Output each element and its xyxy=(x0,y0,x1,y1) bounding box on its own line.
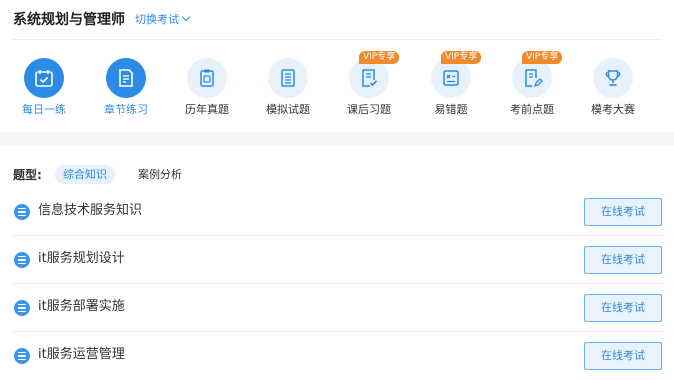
nav-item-mock-tests[interactable]: 模拟试题 xyxy=(253,48,323,128)
tab-case-analysis[interactable]: 案例分析 xyxy=(130,165,190,184)
online-exam-button[interactable]: 在线考试 xyxy=(584,246,662,274)
nav-item-chapter-practice[interactable]: 章节练习 xyxy=(91,48,161,128)
list-item: it服务规划设计 在线考试 xyxy=(12,236,664,284)
list-item-title: 信息技术服务知识 xyxy=(38,203,143,218)
nav-label: 模考大赛 xyxy=(591,103,635,116)
document-edit-icon xyxy=(119,69,133,87)
checklist-icon xyxy=(362,69,378,87)
list-icon xyxy=(14,300,30,316)
list-item-title: it服务运营管理 xyxy=(38,347,125,362)
calendar-check-icon xyxy=(35,70,53,87)
header-divider xyxy=(12,39,662,40)
switch-exam-label: 切换考试 xyxy=(135,13,179,26)
section-divider xyxy=(0,132,674,146)
clipboard-icon xyxy=(200,69,214,87)
nav-label: 模拟试题 xyxy=(266,103,310,116)
page-title: 系统规划与管理师 xyxy=(13,12,125,28)
nav-label: 每日一练 xyxy=(22,103,66,116)
nav-item-mock-contest[interactable]: 模考大赛 xyxy=(578,48,648,128)
list-item-title: it服务部署实施 xyxy=(38,299,125,314)
nav-item-past-exams[interactable]: 历年真题 xyxy=(172,48,242,128)
nav-label: 课后习题 xyxy=(347,103,391,116)
header: 系统规划与管理师 切换考试 xyxy=(0,0,674,40)
nav-label: 易错题 xyxy=(434,103,468,116)
building-doc-icon xyxy=(281,69,295,87)
error-card-icon xyxy=(443,70,459,86)
online-exam-button[interactable]: 在线考试 xyxy=(584,294,662,322)
chapter-list: 信息技术服务知识 在线考试 it服务规划设计 在线考试 it服务部署实施 在线考… xyxy=(12,188,664,380)
online-exam-button[interactable]: 在线考试 xyxy=(584,342,662,370)
list-icon xyxy=(14,348,30,364)
list-item: it服务部署实施 在线考试 xyxy=(12,284,664,332)
list-item-title: it服务规划设计 xyxy=(38,251,125,266)
tab-comprehensive-knowledge[interactable]: 综合知识 xyxy=(55,165,115,184)
trophy-icon xyxy=(605,70,621,86)
nav-label: 历年真题 xyxy=(185,103,229,116)
nav-item-homework[interactable]: VIP专享 课后习题 xyxy=(334,48,404,128)
note-pen-icon xyxy=(525,69,543,88)
online-exam-button[interactable]: 在线考试 xyxy=(584,198,662,226)
practice-nav: 每日一练 章节练习 历年真题 模拟试题 VIP专享 课后习题 VIP专享 易错题 xyxy=(0,48,674,130)
chevron-down-icon xyxy=(181,12,191,22)
nav-item-pre-exam-tips[interactable]: VIP专享 考前点题 xyxy=(497,48,567,128)
nav-item-daily-practice[interactable]: 每日一练 xyxy=(9,48,79,128)
nav-label: 章节练习 xyxy=(104,103,148,116)
vip-badge: VIP专享 xyxy=(441,51,482,64)
nav-label: 考前点题 xyxy=(510,103,554,116)
vip-badge: VIP专享 xyxy=(522,51,563,64)
list-item: it服务运营管理 在线考试 xyxy=(12,332,664,380)
switch-exam-link[interactable]: 切换考试 xyxy=(135,12,191,28)
list-icon xyxy=(14,252,30,268)
list-item: 信息技术服务知识 在线考试 xyxy=(12,188,664,236)
list-icon xyxy=(14,204,30,220)
question-type-label: 题型: xyxy=(13,168,42,182)
nav-item-error-prone[interactable]: VIP专享 易错题 xyxy=(416,48,486,128)
vip-badge: VIP专享 xyxy=(359,51,400,64)
